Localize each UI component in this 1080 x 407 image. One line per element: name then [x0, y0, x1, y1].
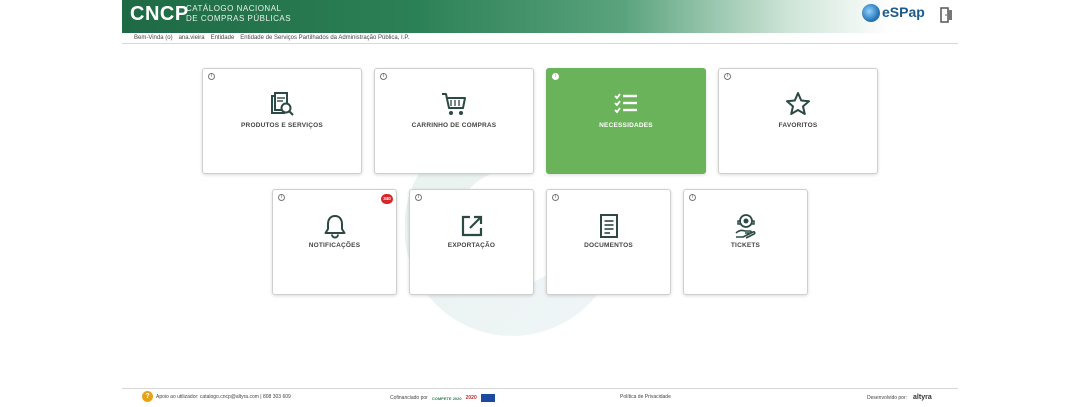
header-divider — [122, 43, 958, 44]
card-tickets[interactable]: i TICKETS — [683, 189, 808, 295]
notification-badge: 340 — [381, 194, 393, 204]
info-icon[interactable]: i — [689, 194, 696, 201]
checklist-icon — [614, 93, 637, 114]
help-icon[interactable]: ? — [142, 391, 153, 402]
cofinanced-label: Cofinanciado por — [390, 395, 428, 401]
card-produtos-servicos[interactable]: i PRODUTOS E SERVIÇOS — [202, 68, 362, 174]
compete-logo: COMPETE 2020 — [431, 395, 462, 401]
shopping-cart-icon — [442, 93, 466, 115]
cncp-logo[interactable]: CNCP — [130, 3, 189, 26]
card-notificacoes[interactable]: i 340 NOTIFICAÇÕES — [272, 189, 397, 295]
support-info: ? Apoio ao utilizador: catalogo.cncp@alt… — [142, 391, 291, 402]
espap-globe-icon — [862, 4, 880, 22]
star-icon — [786, 92, 810, 115]
privacy-link[interactable]: Política de Privacidade — [620, 394, 671, 400]
eu-flag-icon — [480, 394, 495, 402]
document-icon — [599, 214, 618, 238]
portugal-2020-logo: 2020 — [465, 395, 477, 401]
info-icon[interactable]: i — [380, 73, 387, 80]
card-label: CARRINHO DE COMPRAS — [411, 122, 497, 129]
altyra-logo[interactable]: altyra — [913, 394, 932, 401]
card-label: NOTIFICAÇÕES — [308, 242, 361, 249]
app-header: CNCP CATÁLOGO NACIONAL DE COMPRAS PÚBLIC… — [122, 0, 958, 33]
support-text[interactable]: Apoio ao utilizador: catalogo.cncp@altyr… — [156, 394, 291, 400]
info-icon[interactable]: i — [552, 194, 559, 201]
catalog-search-icon — [271, 92, 294, 116]
support-ticket-icon — [734, 214, 756, 239]
info-icon[interactable]: i — [208, 73, 215, 80]
card-label: FAVORITOS — [778, 122, 818, 129]
logo-subtitle: CATÁLOGO NACIONAL DE COMPRAS PÚBLICAS — [186, 4, 291, 24]
logout-icon[interactable] — [940, 7, 954, 23]
info-icon[interactable]: i — [552, 73, 559, 80]
cofinanced-section: Cofinanciado por COMPETE 2020 2020 — [390, 394, 495, 402]
developed-by-label: Desenvolvido por: — [867, 394, 908, 401]
app-footer: ? Apoio ao utilizador: catalogo.cncp@alt… — [122, 390, 958, 404]
card-label: TICKETS — [730, 242, 761, 249]
card-documentos[interactable]: i DOCUMENTOS — [546, 189, 671, 295]
logo-subtitle-line1: CATÁLOGO NACIONAL — [186, 4, 282, 13]
footer-divider — [122, 388, 958, 389]
espap-logo: eSPap — [862, 4, 925, 26]
card-carrinho-compras[interactable]: i CARRINHO DE COMPRAS — [374, 68, 534, 174]
export-icon — [461, 215, 482, 237]
card-label: NECESSIDADES — [599, 122, 653, 129]
card-exportacao[interactable]: i EXPORTAÇÃO — [409, 189, 534, 295]
card-necessidades[interactable]: i NECESSIDADES — [546, 68, 706, 174]
info-icon[interactable]: i — [415, 194, 422, 201]
developer-credit: Desenvolvido por: altyra — [867, 394, 932, 401]
logo-subtitle-line2: DE COMPRAS PÚBLICAS — [186, 14, 292, 23]
info-icon[interactable]: i — [724, 73, 731, 80]
card-label: EXPORTAÇÃO — [447, 242, 496, 249]
card-label: PRODUTOS E SERVIÇOS — [241, 122, 323, 129]
espap-logo-text: eSPap — [882, 4, 925, 20]
info-icon[interactable]: i — [278, 194, 285, 201]
bell-icon — [324, 215, 345, 239]
card-favoritos[interactable]: i FAVORITOS — [718, 68, 878, 174]
card-label: DOCUMENTOS — [584, 242, 633, 249]
